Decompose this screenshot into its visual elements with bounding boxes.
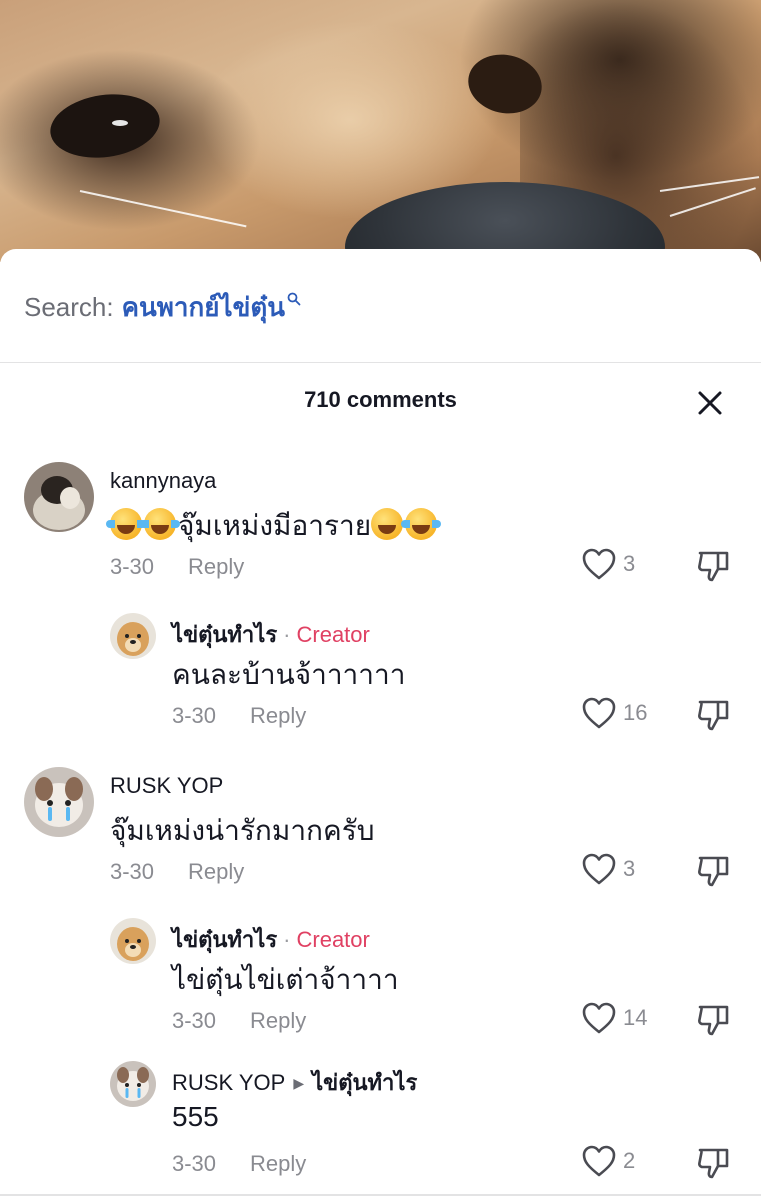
comment-username[interactable]: RUSK YOP [110, 773, 223, 799]
heart-outline-icon [582, 1002, 616, 1034]
laughing-crying-emoji-icon [106, 508, 146, 540]
reply-button[interactable]: Reply [188, 554, 244, 579]
like-count: 16 [623, 700, 648, 725]
grinning-emoji-icon [371, 508, 404, 540]
thumbs-down-icon[interactable] [696, 1144, 732, 1180]
like-count: 2 [623, 1148, 636, 1173]
like-button[interactable]: 14 [581, 1001, 647, 1035]
comment-text: ไข่ตุ๋นไข่เต่าจ้าาาา [172, 964, 399, 995]
like-count: 3 [623, 551, 636, 576]
comment-meta: 3-30 Reply [172, 1008, 306, 1034]
reply-button[interactable]: Reply [188, 859, 244, 884]
video-background [0, 0, 761, 262]
comments-sheet: Search: คนพากย์ไข่ตุ๋น 710 comments kann… [0, 249, 761, 1200]
comment-meta: 3-30 Reply [172, 703, 306, 729]
heart-outline-icon [582, 697, 616, 729]
comment-meta: 3-30 Reply [110, 859, 244, 885]
separator-dot: · [283, 622, 291, 647]
comment-count-title: 710 comments [304, 387, 457, 412]
search-suggestion[interactable]: Search: คนพากย์ไข่ตุ๋น [24, 287, 301, 327]
thumbs-down-icon[interactable] [696, 547, 732, 583]
close-icon[interactable] [694, 387, 726, 419]
comment-text: 555 [172, 1101, 219, 1132]
comment-date: 3-30 [172, 1008, 217, 1033]
reply-button[interactable]: Reply [250, 703, 306, 728]
like-button[interactable]: 16 [581, 696, 647, 730]
comment-date: 3-30 [110, 859, 155, 884]
creator-badge: Creator [296, 622, 370, 647]
like-button[interactable]: 3 [581, 547, 635, 581]
reply-username: RUSK YOP ▶ ไข่ตุ๋นทำไร [172, 1065, 417, 1100]
thumbs-down-icon[interactable] [696, 696, 732, 732]
comment-meta: 3-30 Reply [110, 554, 244, 580]
dog-eye-left [46, 87, 164, 165]
dog-eye-glint [112, 120, 128, 126]
laughing-crying-emoji-icon [140, 508, 180, 540]
reply-button[interactable]: Reply [250, 1151, 306, 1176]
reply-to-username[interactable]: ไข่ตุ๋นทำไร [312, 1070, 417, 1095]
avatar[interactable] [110, 613, 156, 659]
laughing-crying-emoji-icon [401, 508, 442, 540]
separator-dot: · [283, 927, 291, 952]
reply-username: ไข่ตุ๋นทำไร · Creator [172, 922, 370, 957]
comment-username[interactable]: ไข่ตุ๋นทำไร [172, 622, 277, 647]
comment-username[interactable]: ไข่ตุ๋นทำไร [172, 927, 277, 952]
avatar[interactable] [110, 918, 156, 964]
avatar[interactable] [24, 462, 94, 532]
comment-text: จุ๊มเหม่งมีอาราย [106, 504, 442, 548]
divider [0, 362, 761, 363]
comment-text: จุ๊มเหม่งน่ารักมากครับ [110, 815, 375, 846]
comment-text: คนละบ้านจ้าาาาาา [172, 659, 406, 690]
like-count: 14 [623, 1005, 648, 1030]
like-count: 3 [623, 856, 636, 881]
reply-username: ไข่ตุ๋นทำไร · Creator [172, 617, 370, 652]
search-term[interactable]: คนพากย์ไข่ตุ๋น [122, 287, 285, 328]
search-label: Search: [24, 291, 114, 322]
reply-arrow-icon: ▶ [293, 1075, 305, 1091]
like-button[interactable]: 3 [581, 852, 635, 886]
avatar[interactable] [24, 767, 94, 837]
heart-outline-icon [582, 548, 616, 580]
comment-username[interactable]: RUSK YOP [172, 1070, 285, 1095]
comment-text-body: จุ๊มเหม่งมีอาราย [178, 510, 372, 541]
search-icon [287, 292, 301, 306]
avatar[interactable] [110, 1061, 156, 1107]
comment-date: 3-30 [172, 703, 217, 728]
creator-badge: Creator [296, 927, 370, 952]
comment-username[interactable]: kannynaya [110, 468, 216, 494]
comment-date: 3-30 [110, 554, 155, 579]
heart-outline-icon [582, 1145, 616, 1177]
comment-meta: 3-30 Reply [172, 1151, 306, 1177]
thumbs-down-icon[interactable] [696, 1001, 732, 1037]
divider [0, 1194, 761, 1196]
thumbs-down-icon[interactable] [696, 852, 732, 888]
heart-outline-icon [582, 853, 616, 885]
comment-date: 3-30 [172, 1151, 217, 1176]
reply-button[interactable]: Reply [250, 1008, 306, 1033]
like-button[interactable]: 2 [581, 1144, 635, 1178]
